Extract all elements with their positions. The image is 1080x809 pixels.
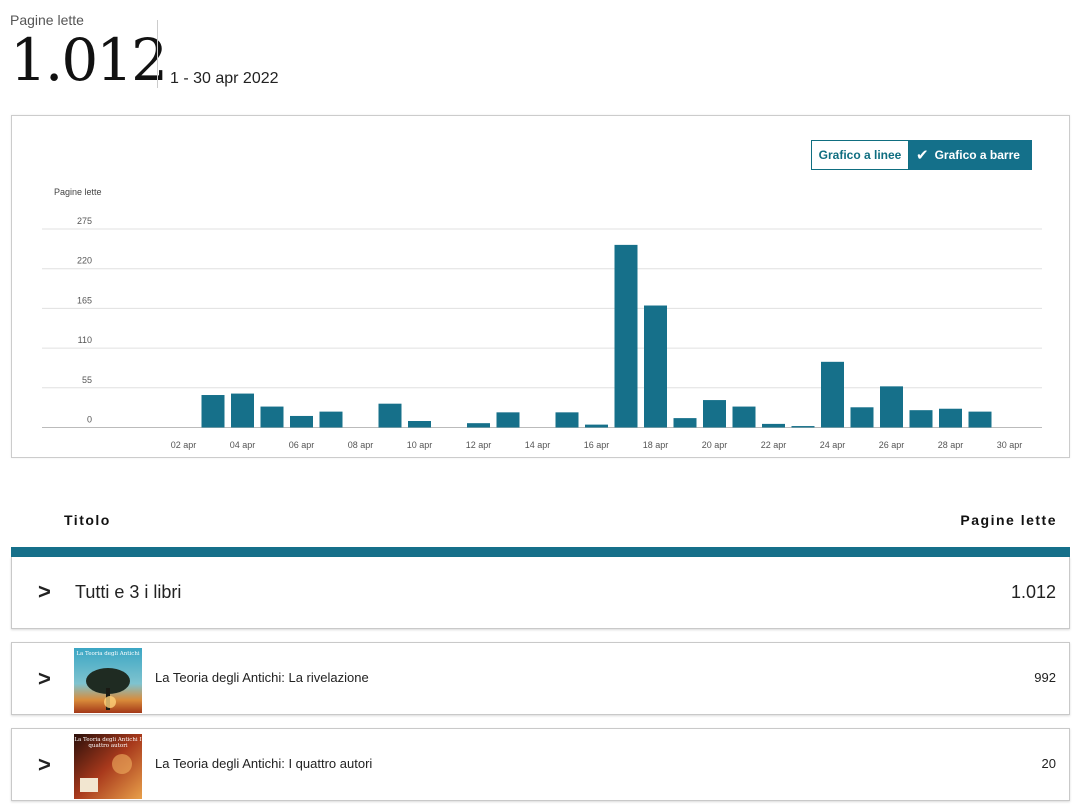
all-books-label: Tutti e 3 i libri — [75, 582, 182, 602]
book-row[interactable]: > La Teoria degli Antichi La Teoria degl… — [11, 642, 1070, 715]
book-pages-value: 992 — [1034, 670, 1056, 685]
chart-bar — [467, 423, 490, 428]
column-header-pages: Pagine lette — [960, 512, 1057, 528]
chart-bar — [260, 406, 284, 428]
x-tick-label: 08 apr — [348, 440, 374, 450]
line-chart-button[interactable]: Grafico a linee — [811, 140, 909, 170]
chevron-right-icon[interactable]: > — [38, 754, 51, 776]
chart-bar — [378, 403, 402, 428]
x-tick-label: 02 apr — [171, 440, 197, 450]
chart-bar — [850, 407, 874, 428]
y-tick-label: 0 — [87, 415, 92, 425]
chart-card: Pagine lette 0 55 110 165 220 275 02 apr 04 apr 0… — [11, 115, 1070, 458]
bar-chart-button[interactable]: ✔ Grafico a barre — [909, 140, 1032, 170]
chart-bar — [732, 406, 756, 428]
chart-bar — [496, 412, 520, 428]
book-cover-image: La Teoria degli Antichi — [74, 648, 142, 713]
cover-title: La Teoria degli Antichi I quattro autori — [74, 737, 142, 749]
chevron-right-icon[interactable]: > — [38, 581, 51, 603]
all-books-value: 1.012 — [1010, 582, 1056, 602]
all-books-row[interactable]: > Tutti e 3 i libri 1.012 — [11, 557, 1070, 629]
y-tick-label: 165 — [77, 295, 92, 305]
x-tick-label: 22 apr — [761, 440, 787, 450]
table-header-stripe — [11, 547, 1070, 557]
chart-bar — [909, 410, 933, 428]
chart-bar — [231, 393, 254, 428]
book-cover-image: La Teoria degli Antichi I quattro autori — [74, 734, 142, 799]
x-tick-label: 26 apr — [879, 440, 905, 450]
y-axis-label: Pagine lette — [54, 187, 102, 197]
x-tick-label: 28 apr — [938, 440, 964, 450]
book-title[interactable]: La Teoria degli Antichi: I quattro autor… — [155, 756, 372, 771]
checkmark-icon: ✔ — [916, 147, 929, 164]
book-pages-value: 20 — [1041, 756, 1056, 771]
x-tick-label: 30 apr — [997, 440, 1023, 450]
chart-bar — [555, 412, 579, 428]
chart-bar — [880, 386, 903, 428]
column-header-title: Titolo — [64, 512, 111, 528]
x-tick-label: 20 apr — [702, 440, 728, 450]
chart-bar — [968, 411, 992, 428]
summary-total: 1.012 — [10, 26, 168, 94]
chart-bar — [319, 411, 343, 428]
chart-bar — [290, 415, 313, 428]
book-title[interactable]: La Teoria degli Antichi: La rivelazione — [155, 670, 369, 685]
x-tick-label: 12 apr — [466, 440, 492, 450]
date-range: 1 - 30 apr 2022 — [170, 70, 279, 87]
x-tick-label: 16 apr — [584, 440, 610, 450]
chart-bar — [821, 361, 844, 428]
y-tick-label: 110 — [78, 335, 92, 345]
chart-bar — [644, 305, 667, 428]
y-tick-label: 275 — [77, 216, 92, 226]
chart-bar — [791, 426, 815, 428]
chart-bar — [408, 421, 431, 428]
summary-divider — [157, 20, 158, 88]
chart-bar — [201, 395, 225, 428]
x-tick-label: 14 apr — [525, 440, 551, 450]
chart-bar — [614, 244, 638, 428]
x-tick-label: 06 apr — [289, 440, 315, 450]
chart-bar — [585, 424, 608, 428]
y-tick-label: 220 — [77, 256, 92, 266]
chart-bar — [762, 423, 785, 428]
y-tick-label: 55 — [82, 375, 92, 385]
bar-chart-button-label: Grafico a barre — [934, 148, 1020, 162]
chart-type-toggle: Grafico a linee ✔ Grafico a barre — [811, 140, 1032, 170]
book-row[interactable]: > La Teoria degli Antichi I quattro auto… — [11, 728, 1070, 801]
x-tick-label: 04 apr — [230, 440, 256, 450]
x-tick-label: 18 apr — [643, 440, 669, 450]
x-tick-label: 24 apr — [820, 440, 846, 450]
chevron-right-icon[interactable]: > — [38, 668, 51, 690]
cover-title: La Teoria degli Antichi — [76, 651, 140, 657]
chart-bar — [939, 408, 962, 428]
chart-bar — [703, 400, 726, 428]
chart-bar — [673, 418, 697, 428]
x-tick-label: 10 apr — [407, 440, 433, 450]
